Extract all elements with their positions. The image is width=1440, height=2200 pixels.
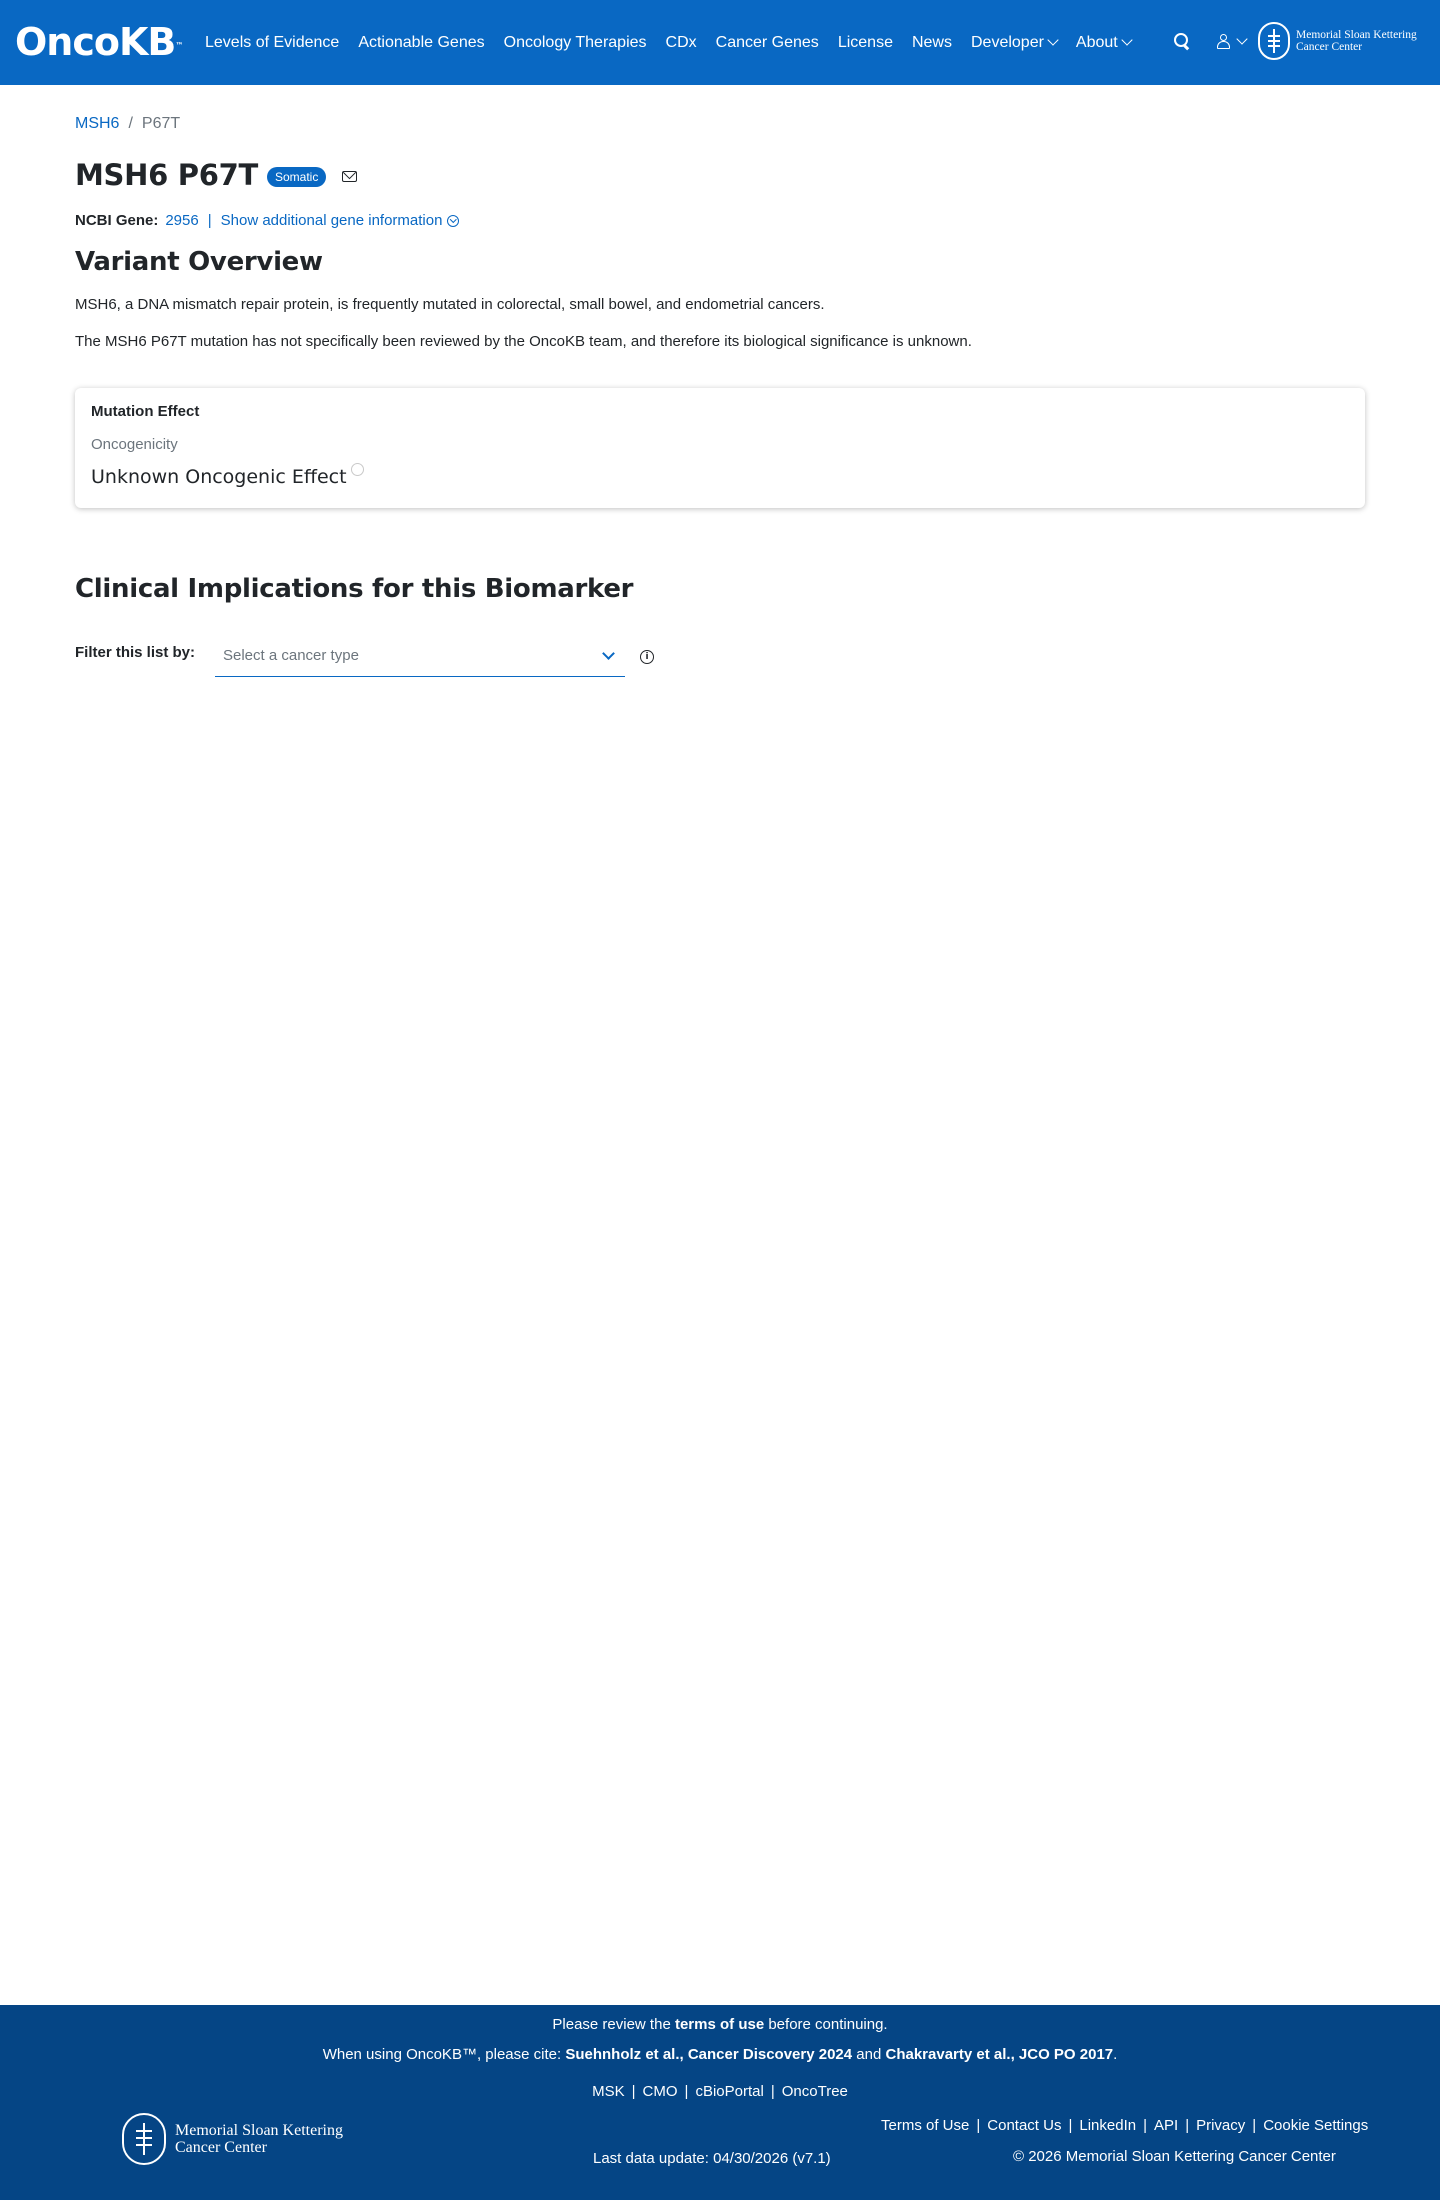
terms-notice-post: before continuing. bbox=[764, 2016, 888, 2033]
msk-line-1: Memorial Sloan Kettering bbox=[1296, 29, 1417, 41]
page-title: MSH6 P67T bbox=[75, 158, 258, 192]
chevron-down-icon bbox=[1047, 33, 1059, 46]
breadcrumb-separator: / bbox=[128, 115, 133, 132]
logo-text: OncoKB bbox=[15, 20, 176, 64]
show-gene-info-label: Show additional gene information bbox=[220, 212, 443, 229]
msk-line-2: Cancer Center bbox=[1296, 41, 1363, 53]
nav-actionable-genes[interactable]: Actionable Genes bbox=[358, 34, 484, 52]
cancer-type-select[interactable]: Select a cancer type bbox=[215, 641, 625, 677]
filter-label: Filter this list by: bbox=[75, 644, 196, 661]
oncogenicity-value-text: Unknown Oncogenic Effect bbox=[91, 466, 347, 488]
developer-label: Developer bbox=[970, 33, 1044, 51]
cite-post: . bbox=[1113, 2046, 1118, 2063]
about-label: About bbox=[1075, 33, 1118, 51]
footer-right-links: Terms of Use | Contact Us | LinkedIn | API |… bbox=[881, 2117, 1369, 2134]
nav-icons bbox=[1172, 31, 1250, 53]
title-row: MSH6 P67T Somatic bbox=[75, 158, 358, 192]
terms-of-use-link[interactable]: terms of use bbox=[675, 2016, 764, 2033]
oncogenicity-value: Unknown Oncogenic Effect bbox=[91, 463, 364, 488]
terms-notice: Please review the terms of use before co… bbox=[0, 2016, 1440, 2033]
nav-oncology-therapies[interactable]: Oncology Therapies bbox=[504, 34, 647, 52]
info-icon[interactable]: i bbox=[640, 650, 654, 664]
footer-terms-link[interactable]: Terms of Use bbox=[881, 2117, 969, 2134]
somatic-badge: Somatic bbox=[266, 167, 327, 187]
citation-link-chakravarty[interactable]: Chakravarty et al., JCO PO 2017 bbox=[886, 2046, 1114, 2063]
nav-news[interactable]: News bbox=[912, 34, 952, 52]
footer: Please review the terms of use before co… bbox=[0, 2005, 1440, 2200]
copyright: © 2026 Memorial Sloan Kettering Cancer C… bbox=[1013, 2148, 1336, 2165]
footer-privacy-link[interactable]: Privacy bbox=[1196, 2117, 1245, 2134]
footer-msk-logo-text: Memorial Sloan Kettering Cancer Center bbox=[175, 2122, 343, 2156]
citation-link-suehnholz[interactable]: Suehnholz et al., Cancer Discovery 2024 bbox=[565, 2046, 852, 2063]
cite-mid: and bbox=[852, 2046, 886, 2063]
ncbi-gene-label: NCBI Gene: bbox=[75, 212, 159, 229]
show-gene-info-toggle[interactable]: Show additional gene information bbox=[221, 212, 460, 229]
mail-icon[interactable] bbox=[342, 170, 358, 182]
chevron-down-icon bbox=[602, 647, 615, 660]
footer-linkedin-link[interactable]: LinkedIn bbox=[1079, 2117, 1136, 2134]
last-data-update: Last data update: 04/30/2026 (v7.1) bbox=[593, 2150, 831, 2167]
footer-msk-line-2: Cancer Center bbox=[175, 2139, 267, 2156]
nav-about-dropdown[interactable]: About bbox=[1075, 33, 1133, 52]
footer-link-cbioportal[interactable]: cBioPortal bbox=[695, 2083, 763, 2100]
msk-logo[interactable]: Memorial Sloan Kettering Cancer Center bbox=[1258, 22, 1417, 60]
nav-license[interactable]: License bbox=[838, 34, 893, 52]
footer-msk-line-1: Memorial Sloan Kettering bbox=[175, 2122, 343, 2139]
user-menu-icon[interactable] bbox=[1216, 31, 1250, 53]
cite-pre: When using OncoKB™, please cite: bbox=[322, 2046, 566, 2063]
nav-cdx[interactable]: CDx bbox=[666, 34, 697, 52]
footer-link-oncotree[interactable]: OncoTree bbox=[782, 2083, 848, 2100]
nav-levels-of-evidence[interactable]: Levels of Evidence bbox=[205, 34, 339, 52]
footer-link-cmo[interactable]: CMO bbox=[643, 2083, 678, 2100]
citation-notice: When using OncoKB™, please cite: Suehnho… bbox=[0, 2046, 1440, 2063]
nav-links: Levels of Evidence Actionable Genes Onco… bbox=[205, 0, 1150, 85]
nav-cancer-genes[interactable]: Cancer Genes bbox=[716, 34, 819, 52]
circle-chevron-down-icon bbox=[447, 214, 460, 227]
cancer-type-placeholder: Select a cancer type bbox=[223, 647, 359, 664]
nav-developer-dropdown[interactable]: Developer bbox=[970, 33, 1059, 52]
msk-emblem-icon bbox=[122, 2113, 166, 2165]
mutation-effect-title: Mutation Effect bbox=[91, 403, 200, 420]
unknown-oncogenic-icon bbox=[350, 463, 364, 476]
msk-emblem-icon bbox=[1258, 22, 1290, 60]
oncogenicity-label: Oncogenicity bbox=[91, 436, 178, 453]
top-navbar: OncoKB™ Levels of Evidence Actionable Ge… bbox=[0, 0, 1440, 85]
footer-contact-link[interactable]: Contact Us bbox=[987, 2117, 1061, 2134]
footer-partner-links: MSK | CMO | cBioPortal | OncoTree bbox=[592, 2083, 848, 2100]
variant-overview-heading: Variant Overview bbox=[75, 247, 323, 277]
breadcrumb-gene-link[interactable]: MSH6 bbox=[75, 115, 119, 133]
footer-cookie-settings-link[interactable]: Cookie Settings bbox=[1263, 2117, 1368, 2134]
mutation-effect-card: Mutation Effect Oncogenicity Unknown Onc… bbox=[75, 388, 1365, 508]
msk-logo-text: Memorial Sloan Kettering Cancer Center bbox=[1296, 29, 1417, 53]
overview-variant-summary: The MSH6 P67T mutation has not specifica… bbox=[75, 333, 972, 350]
chevron-down-icon bbox=[1121, 33, 1133, 46]
ncbi-gene-link[interactable]: 2956 bbox=[165, 212, 198, 229]
user-head-shape bbox=[1220, 34, 1227, 41]
footer-link-msk[interactable]: MSK bbox=[592, 2083, 625, 2100]
clinical-implications-heading: Clinical Implications for this Biomarker bbox=[75, 574, 634, 604]
logo-trademark: ™ bbox=[175, 41, 184, 50]
footer-api-link[interactable]: API bbox=[1154, 2117, 1178, 2134]
search-icon[interactable] bbox=[1172, 31, 1194, 53]
footer-msk-logo[interactable]: Memorial Sloan Kettering Cancer Center bbox=[122, 2113, 343, 2165]
terms-notice-pre: Please review the bbox=[552, 2016, 675, 2033]
overview-gene-summary: MSH6, a DNA mismatch repair protein, is … bbox=[75, 296, 825, 313]
gene-info-separator: | bbox=[207, 212, 212, 229]
oncokb-logo[interactable]: OncoKB™ bbox=[15, 22, 183, 62]
user-body-shape bbox=[1217, 41, 1230, 49]
chevron-down-icon bbox=[1236, 33, 1248, 45]
breadcrumb: MSH6 / P67T bbox=[75, 115, 180, 133]
breadcrumb-current: P67T bbox=[141, 115, 181, 132]
gene-info-row: NCBI Gene: 2956 | Show additional gene i… bbox=[75, 212, 460, 229]
